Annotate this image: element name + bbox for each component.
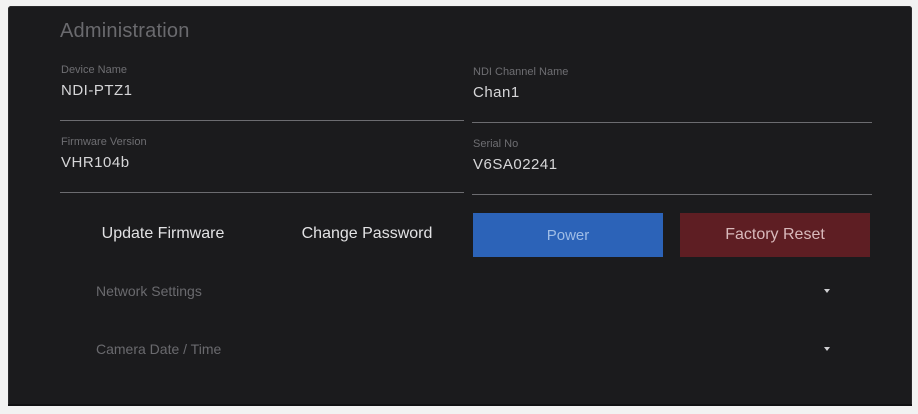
ndi-channel-name-value[interactable]: Chan1: [473, 84, 520, 101]
panel-bottom-edge: [8, 404, 912, 406]
serial-no-label: Serial No: [473, 138, 519, 150]
update-firmware-button[interactable]: Update Firmware: [72, 212, 254, 256]
firmware-version-label: Firmware Version: [61, 136, 147, 148]
camera-date-time-section[interactable]: Camera Date / Time: [60, 326, 872, 372]
power-button[interactable]: Power: [473, 213, 663, 257]
chevron-down-icon[interactable]: [824, 347, 830, 351]
ndi-channel-name-label: NDI Channel Name: [473, 66, 569, 78]
camera-date-time-label: Camera Date / Time: [96, 341, 222, 357]
firmware-version-value: VHR104b: [61, 154, 130, 171]
serial-no-value: V6SA02241: [473, 156, 558, 173]
serial-no-field: Serial No V6SA02241: [472, 138, 872, 195]
network-settings-label: Network Settings: [96, 283, 202, 299]
change-password-button[interactable]: Change Password: [276, 212, 458, 256]
ndi-channel-name-field[interactable]: NDI Channel Name Chan1: [472, 66, 872, 123]
firmware-version-field: Firmware Version VHR104b: [60, 136, 464, 193]
device-name-value[interactable]: NDI-PTZ1: [61, 82, 133, 99]
factory-reset-button[interactable]: Factory Reset: [680, 213, 870, 257]
network-settings-section[interactable]: Network Settings: [60, 268, 872, 314]
page-title: Administration: [60, 20, 190, 42]
chevron-down-icon[interactable]: [824, 289, 830, 293]
administration-panel: Administration Device Name NDI-PTZ1 NDI …: [8, 6, 912, 406]
device-name-field[interactable]: Device Name NDI-PTZ1: [60, 64, 464, 121]
device-name-label: Device Name: [61, 64, 128, 76]
